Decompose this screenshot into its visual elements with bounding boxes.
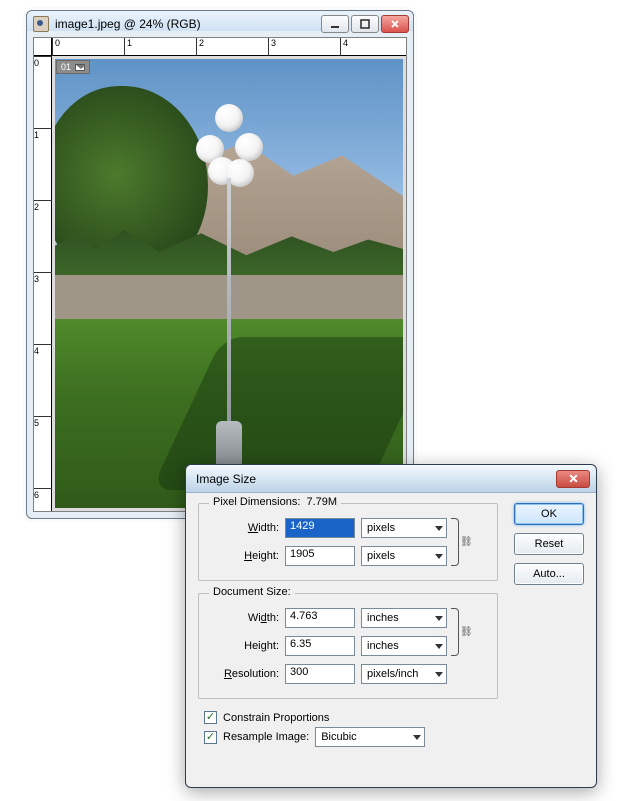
image-client-area: 0 1 2 3 4 0 1 2 3 4 5 6 [33,37,407,512]
resolution-input[interactable]: 300 [285,664,355,684]
ruler-h-tick: 0 [52,38,60,56]
ruler-v-tick: 1 [34,128,52,140]
ruler-h-tick: 4 [340,38,348,56]
ruler-v-tick: 5 [34,416,52,428]
px-width-input[interactable]: 1429 [285,518,355,538]
pixel-dimensions-legend: Pixel Dimensions: 7.79M [209,496,341,508]
resample-method-dropdown[interactable]: Bicubic [315,727,425,747]
dialog-titlebar[interactable]: Image Size [186,465,596,493]
link-icon: ⛓ [460,627,473,638]
resample-image-label: Resample Image: [223,731,309,743]
chevron-down-icon [435,616,443,621]
chevron-down-icon [435,672,443,677]
pixel-dimensions-size: 7.79M [306,496,337,508]
doc-height-input[interactable]: 6.35 [285,636,355,656]
ruler-v-tick: 3 [34,272,52,284]
ruler-v-tick: 2 [34,200,52,212]
px-height-unit-dropdown[interactable]: pixels [361,546,447,566]
pixel-dimensions-group: Pixel Dimensions: 7.79M Width: 1429 pixe… [198,503,498,581]
layer-number: 01 [61,62,71,72]
chevron-down-icon [435,644,443,649]
doc-height-label: Height: [209,640,279,652]
maximize-button[interactable] [351,15,379,33]
link-icon: ⛓ [460,537,473,548]
px-width-label: Width: [209,522,279,534]
doc-width-unit-dropdown[interactable]: inches [361,608,447,628]
doc-height-unit-dropdown[interactable]: inches [361,636,447,656]
vertical-ruler[interactable]: 0 1 2 3 4 5 6 [34,56,52,511]
image-content [55,59,403,508]
chevron-down-icon [435,526,443,531]
app-icon [33,16,49,32]
image-document-window: image1.jpeg @ 24% (RGB) 0 1 2 3 4 0 1 2 … [26,10,414,519]
resolution-unit-dropdown[interactable]: pixels/inch [361,664,447,684]
ruler-h-tick: 3 [268,38,276,56]
minimize-button[interactable] [321,15,349,33]
px-height-label: Height: [209,550,279,562]
image-window-title: image1.jpeg @ 24% (RGB) [55,17,315,31]
doc-width-input[interactable]: 4.763 [285,608,355,628]
layer-info-tag[interactable]: 01 [56,60,90,74]
px-width-unit-dropdown[interactable]: pixels [361,518,447,538]
image-size-dialog: Image Size OK Reset Auto... Pixel Dimens… [185,464,597,788]
ok-button[interactable]: OK [514,503,584,525]
dialog-close-button[interactable] [556,470,590,488]
document-size-group: Document Size: Width: 4.763 inches Heigh… [198,593,498,699]
ruler-h-tick: 1 [124,38,132,56]
close-button[interactable] [381,15,409,33]
ruler-v-tick: 0 [34,56,52,68]
ruler-v-tick: 6 [34,488,52,500]
constrain-proportions-checkbox[interactable]: ✓ [204,711,217,724]
doc-link-indicator: ⛓ [449,604,465,660]
auto-button[interactable]: Auto... [514,563,584,585]
resample-image-checkbox[interactable]: ✓ [204,731,217,744]
chevron-down-icon [435,554,443,559]
image-canvas[interactable] [52,56,406,511]
ruler-h-tick: 2 [196,38,204,56]
dialog-title: Image Size [196,472,556,486]
image-window-titlebar[interactable]: image1.jpeg @ 24% (RGB) [27,11,413,37]
ruler-v-tick: 4 [34,344,52,356]
doc-width-label: Width: [209,612,279,624]
px-height-input[interactable]: 1905 [285,546,355,566]
horizontal-ruler[interactable]: 0 1 2 3 4 [52,38,406,56]
envelope-icon [75,64,85,71]
constrain-proportions-label: Constrain Proportions [223,712,329,724]
ruler-origin[interactable] [34,38,52,56]
resolution-label: Resolution: [209,668,279,680]
chevron-down-icon [413,735,421,740]
document-size-legend: Document Size: [209,586,295,598]
px-link-indicator: ⛓ [449,514,465,570]
reset-button[interactable]: Reset [514,533,584,555]
